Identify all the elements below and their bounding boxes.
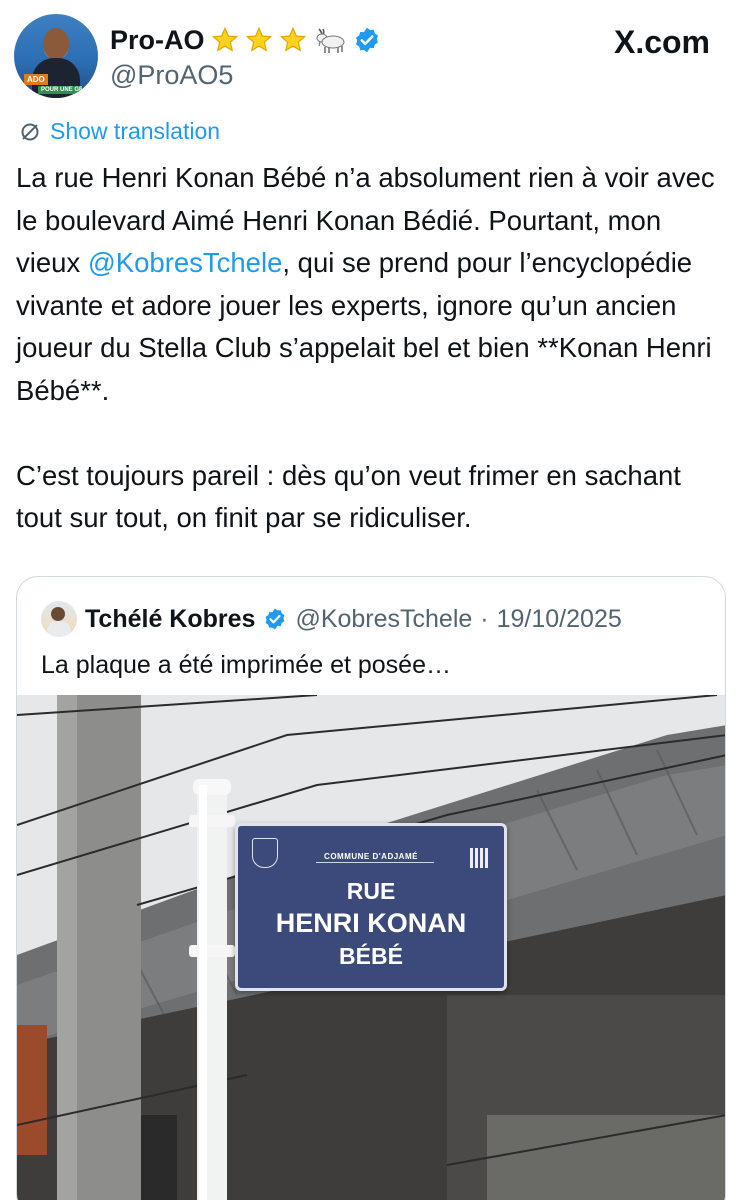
- sign-line-1: RUE: [346, 878, 396, 904]
- author-display-name[interactable]: Pro-AO: [110, 25, 205, 56]
- sign-line-3: BÉBÉ: [339, 943, 403, 969]
- meta-separator: ·: [480, 604, 489, 633]
- show-translation-label: Show translation: [50, 118, 221, 144]
- tweet-header: ADO POUR UNE GRANDE CÔTE D'IVOIRE Pro-AO…: [0, 0, 742, 110]
- avatar-badge-text: ADO: [24, 74, 48, 85]
- quoted-tweet-header: Tchélé Kobres @KobresTchele · 19/10/2025: [41, 601, 622, 637]
- quoted-author-avatar[interactable]: [41, 601, 77, 637]
- tweet-text: La rue Henri Konan Bébé n’a absolument r…: [16, 157, 726, 540]
- street-sign: COMMUNE D'ADJAMÉ RUE HENRI KONAN BÉBÉ: [235, 823, 507, 991]
- quoted-author-handle[interactable]: @KobresTchele: [295, 605, 472, 634]
- quoted-tweet-text: La plaque a été imprimée et posée…: [41, 651, 451, 679]
- quoted-tweet[interactable]: Tchélé Kobres @KobresTchele · 19/10/2025…: [16, 576, 726, 1200]
- goat-icon: [316, 28, 344, 53]
- verified-badge-icon: [266, 608, 285, 630]
- author-handle[interactable]: @ProAO5: [110, 60, 233, 91]
- quoted-tweet-date[interactable]: 19/10/2025: [497, 605, 622, 634]
- tweet-paragraph-1: La rue Henri Konan Bébé n’a absolument r…: [16, 157, 726, 412]
- sign-commune: COMMUNE D'ADJAMÉ: [238, 852, 504, 863]
- author-name-row: Pro-AO: [110, 22, 381, 58]
- star-icon: [279, 26, 306, 52]
- author-avatar[interactable]: ADO POUR UNE GRANDE CÔTE D'IVOIRE: [14, 14, 98, 98]
- quoted-tweet-photo[interactable]: COMMUNE D'ADJAMÉ RUE HENRI KONAN BÉBÉ: [17, 695, 725, 1200]
- quoted-author-name[interactable]: Tchélé Kobres: [85, 605, 255, 634]
- sign-line-2: HENRI KONAN: [275, 908, 467, 938]
- tweet-paragraph-2: C’est toujours pareil : dès qu’on veut f…: [16, 459, 681, 534]
- show-translation-link[interactable]: Show translation: [18, 118, 220, 145]
- star-icon: [211, 26, 238, 52]
- translate-icon: [21, 123, 39, 140]
- mention-link[interactable]: @KobresTchele: [88, 247, 283, 278]
- star-icon: [245, 26, 272, 52]
- avatar-badge-subtext: POUR UNE GRANDE CÔTE D'IVOIRE: [38, 86, 82, 94]
- verified-badge-icon: [355, 27, 378, 53]
- site-watermark: X.com: [613, 24, 710, 60]
